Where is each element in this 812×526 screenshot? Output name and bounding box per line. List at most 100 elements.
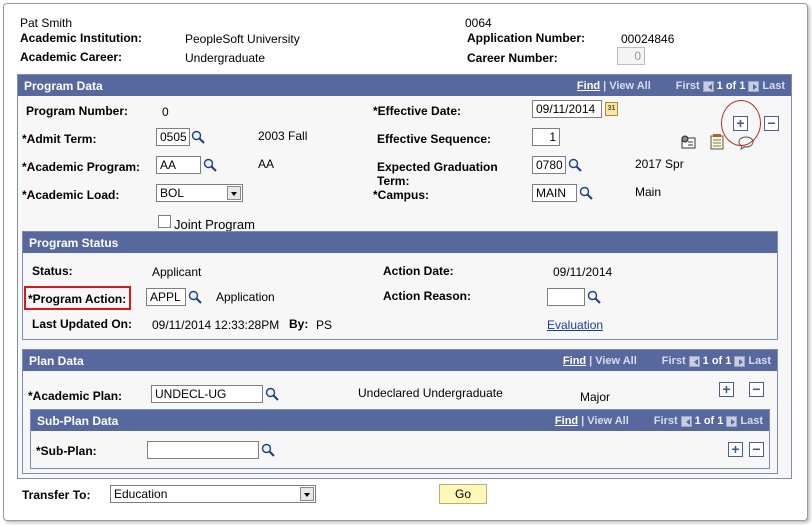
student-id: 0064 xyxy=(465,16,492,30)
subplan-find-link[interactable]: Find xyxy=(555,415,578,427)
last-updated-value: 09/11/2014 12:33:28PM xyxy=(152,318,280,332)
institution-value: PeopleSoft University xyxy=(185,32,300,46)
program-data-header: Program Data Find | View All First 1 of … xyxy=(18,75,791,96)
program-action-field[interactable] xyxy=(146,288,186,306)
academic-load-value: BOL xyxy=(160,186,185,200)
career-label: Academic Career: xyxy=(20,50,123,64)
go-button[interactable]: Go xyxy=(439,484,487,504)
program-number-label: Program Number: xyxy=(26,104,129,118)
transfer-to-value: Education xyxy=(114,487,168,501)
subplan-search-icon[interactable] xyxy=(261,443,275,457)
row-count: 1 of 1 xyxy=(716,80,746,92)
campus-search-icon[interactable] xyxy=(579,186,593,200)
academic-program-desc: AA xyxy=(258,157,275,171)
academic-program-search-icon[interactable] xyxy=(203,158,217,172)
expected-graduation-field[interactable] xyxy=(532,156,566,174)
action-reason-search-icon[interactable] xyxy=(587,290,601,304)
plan-first-label: First xyxy=(661,355,686,367)
delete-row-button[interactable]: − xyxy=(764,116,779,131)
joint-program-checkbox[interactable] xyxy=(158,215,171,228)
plan-next-arrow-icon[interactable] xyxy=(734,355,746,367)
calendar-icon[interactable]: 31 xyxy=(605,102,618,116)
next-arrow-icon[interactable] xyxy=(748,80,760,92)
subplan-field[interactable] xyxy=(147,441,259,459)
plan-delete-row-button[interactable]: − xyxy=(749,382,764,397)
campus-desc: Main xyxy=(635,185,662,199)
career-value: Undergraduate xyxy=(185,51,266,65)
program-action-search-icon[interactable] xyxy=(188,290,202,304)
subplan-prev-arrow-icon[interactable] xyxy=(680,415,692,427)
plan-data-header: Plan Data Find | View All First 1 of 1 L… xyxy=(23,350,777,371)
transfer-chevron-down-icon[interactable] xyxy=(300,487,314,501)
application-number-value: 00024846 xyxy=(621,32,675,46)
subplan-data-nav: Find | View All First 1 of 1 Last xyxy=(554,415,763,427)
academic-program-field[interactable] xyxy=(156,156,201,174)
program-status-title: Program Status xyxy=(29,236,119,250)
notepad-icon[interactable] xyxy=(710,134,724,153)
action-date-value: 09/11/2014 xyxy=(553,265,613,279)
last-label: Last xyxy=(762,80,785,92)
expected-graduation-label: Expected Graduation xyxy=(377,160,498,174)
application-number-label: Application Number: xyxy=(467,31,586,45)
plan-data-title: Plan Data xyxy=(29,354,84,368)
effective-sequence-field[interactable] xyxy=(532,128,560,146)
plan-last-label: Last xyxy=(748,355,771,367)
subplan-label: *Sub-Plan: xyxy=(36,444,97,458)
evaluation-link[interactable]: Evaluation xyxy=(547,318,603,332)
find-link[interactable]: Find xyxy=(577,80,600,92)
action-reason-field[interactable] xyxy=(547,288,585,306)
transfer-to-label: Transfer To: xyxy=(22,488,91,502)
subplan-last-label: Last xyxy=(740,415,763,427)
last-updated-label: Last Updated On: xyxy=(32,317,133,331)
expected-graduation-search-icon[interactable] xyxy=(568,158,582,172)
action-date-label: Action Date: xyxy=(383,264,454,278)
plan-prev-arrow-icon[interactable] xyxy=(688,355,700,367)
institution-label: Academic Institution: xyxy=(20,31,143,45)
chevron-down-icon[interactable] xyxy=(227,186,241,200)
student-name: Pat Smith xyxy=(20,16,73,30)
plan-row-count: 1 of 1 xyxy=(702,355,732,367)
academic-plan-search-icon[interactable] xyxy=(265,387,279,401)
subplan-view-all-link[interactable]: View All xyxy=(587,415,629,427)
subplan-first-label: First xyxy=(653,415,678,427)
career-number-label: Career Number: xyxy=(467,51,558,65)
academic-load-label: *Academic Load: xyxy=(22,188,120,202)
transfer-to-select[interactable]: Education xyxy=(110,485,316,503)
campus-field[interactable] xyxy=(532,184,577,202)
program-status-header: Program Status xyxy=(23,232,777,253)
contact-card-icon[interactable] xyxy=(679,134,697,153)
academic-load-select[interactable]: BOL xyxy=(156,184,243,202)
status-label: Status: xyxy=(32,264,73,278)
plan-data-nav: Find | View All First 1 of 1 Last xyxy=(562,355,771,367)
plan-find-link[interactable]: Find xyxy=(563,355,586,367)
effective-date-label: *Effective Date: xyxy=(373,104,462,118)
action-reason-label: Action Reason: xyxy=(383,289,472,303)
plan-type: Major xyxy=(580,390,611,404)
admit-term-desc: 2003 Fall xyxy=(258,129,308,143)
academic-program-label: *Academic Program: xyxy=(22,160,141,174)
program-action-desc: Application xyxy=(216,290,275,304)
plan-add-row-button[interactable]: + xyxy=(719,382,734,397)
by-value: PS xyxy=(316,318,333,332)
admit-term-search-icon[interactable] xyxy=(191,130,205,144)
subplan-row-count: 1 of 1 xyxy=(694,415,724,427)
expected-graduation-label-term: Term: xyxy=(377,174,410,188)
by-label: By: xyxy=(289,317,309,331)
subplan-add-row-button[interactable]: + xyxy=(728,442,743,457)
subplan-data-box: Sub-Plan Data Find | View All First 1 of… xyxy=(30,409,770,469)
admit-term-field[interactable] xyxy=(156,128,190,146)
program-status-box: Program Status xyxy=(22,231,778,340)
effective-sequence-label: Effective Sequence: xyxy=(377,132,492,146)
prev-arrow-icon[interactable] xyxy=(702,80,714,92)
career-number-field xyxy=(617,47,645,65)
effective-date-field[interactable] xyxy=(532,100,602,118)
subplan-delete-row-button[interactable]: − xyxy=(749,442,764,457)
academic-plan-field[interactable] xyxy=(151,385,263,403)
view-all-link[interactable]: View All xyxy=(609,80,651,92)
academic-plan-label: *Academic Plan: xyxy=(28,389,123,403)
plan-view-all-link[interactable]: View All xyxy=(595,355,637,367)
program-action-label: *Program Action: xyxy=(28,292,127,306)
subplan-next-arrow-icon[interactable] xyxy=(726,415,738,427)
campus-label: *Campus: xyxy=(373,188,430,202)
status-value: Applicant xyxy=(152,265,202,279)
